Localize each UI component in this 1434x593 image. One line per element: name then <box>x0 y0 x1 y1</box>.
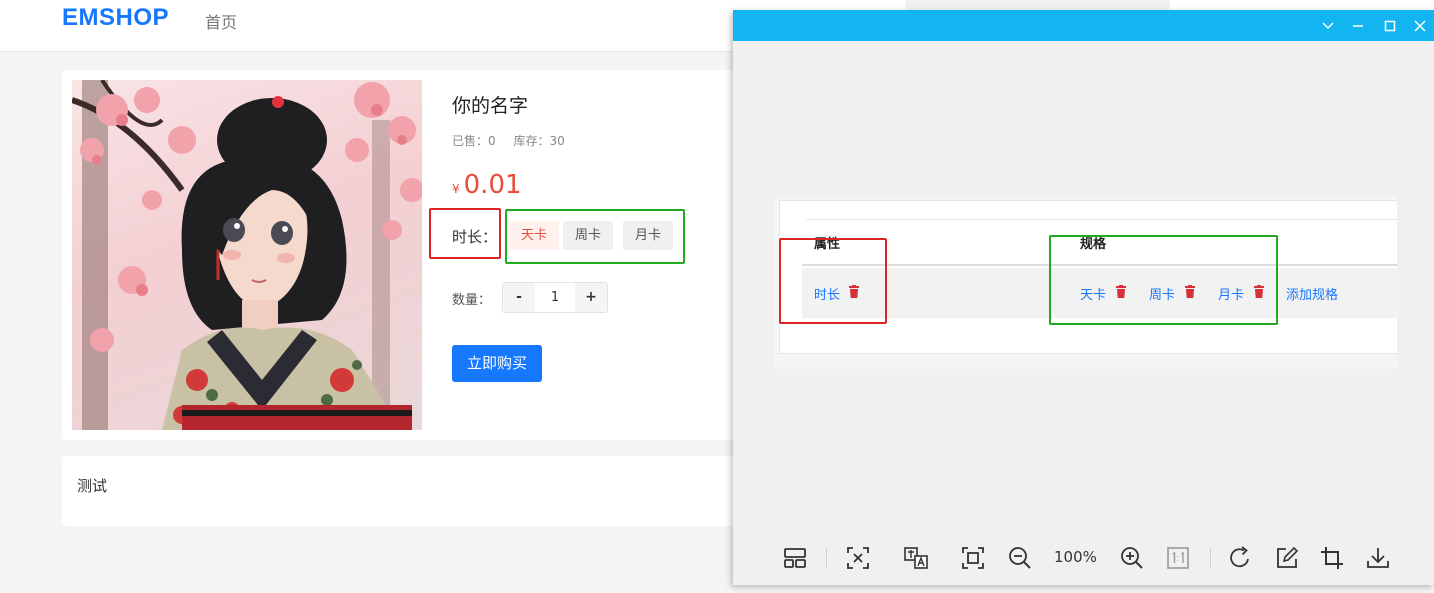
image-viewer-window: 属性 规格 时长 天卡 周卡 月卡 添加规格 100% <box>733 10 1434 585</box>
stock-count: 库存：30 <box>513 134 565 148</box>
actual-size-icon[interactable] <box>1165 545 1191 571</box>
zoom-in-icon[interactable] <box>1119 545 1145 571</box>
price-value: 0.01 <box>463 170 522 200</box>
viewed-screenshot: 属性 规格 时长 天卡 周卡 月卡 添加规格 <box>775 196 1398 369</box>
viewer-titlebar[interactable] <box>733 10 1434 41</box>
trash-icon[interactable] <box>1185 285 1195 298</box>
duration-option-day[interactable]: 天卡 <box>509 221 559 250</box>
site-logo[interactable]: EMSHOP <box>62 4 169 32</box>
toolbar-divider <box>826 548 827 568</box>
buy-now-button[interactable]: 立即购买 <box>452 345 542 382</box>
quantity-minus-button[interactable]: - <box>503 283 535 312</box>
quantity-label: 数量： <box>452 293 492 308</box>
trash-icon[interactable] <box>1254 285 1264 298</box>
trash-icon[interactable] <box>1116 285 1126 298</box>
attr-link[interactable]: 时长 <box>814 284 840 303</box>
trash-icon[interactable] <box>849 285 859 298</box>
close-icon[interactable] <box>1412 18 1428 34</box>
fullscreen-icon[interactable] <box>960 545 986 571</box>
product-price: ¥0.01 <box>452 170 522 200</box>
translate-icon[interactable] <box>903 545 929 571</box>
download-icon[interactable] <box>1365 545 1391 571</box>
table-row: 时长 天卡 周卡 月卡 添加规格 <box>802 268 1398 318</box>
crop-icon[interactable] <box>1319 545 1345 571</box>
minimize-icon[interactable] <box>1350 18 1366 34</box>
quantity-input[interactable]: 1 <box>535 283 575 312</box>
chevron-down-icon[interactable] <box>1320 18 1336 34</box>
zoom-out-icon[interactable] <box>1007 545 1033 571</box>
product-title: 你的名字 <box>452 95 529 117</box>
description-text: 测试 <box>77 477 108 495</box>
description-card: 测试 <box>62 456 762 526</box>
currency-symbol: ¥ <box>452 182 460 196</box>
layout-icon[interactable] <box>782 545 808 571</box>
edit-icon[interactable] <box>1274 545 1300 571</box>
duration-option-month[interactable]: 月卡 <box>623 221 673 250</box>
spec-link-month[interactable]: 月卡 <box>1218 284 1244 303</box>
quantity-plus-button[interactable]: + <box>575 283 607 312</box>
sold-count: 已售：0 <box>452 134 496 148</box>
nav-home-link[interactable]: 首页 <box>205 9 237 33</box>
duration-label: 时长： <box>452 228 498 246</box>
product-image <box>72 80 422 430</box>
spec-table-panel: 属性 规格 时长 天卡 周卡 月卡 添加规格 <box>779 200 1398 354</box>
maximize-icon[interactable] <box>1382 18 1398 34</box>
rotate-icon[interactable] <box>1227 545 1253 571</box>
spec-table-header: 属性 规格 <box>802 219 1398 266</box>
header-attribute: 属性 <box>814 237 841 252</box>
header-spec: 规格 <box>1080 237 1107 252</box>
fit-icon[interactable] <box>845 545 871 571</box>
duration-option-week[interactable]: 周卡 <box>563 221 613 250</box>
spec-link-week[interactable]: 周卡 <box>1149 284 1175 303</box>
quantity-stepper: - 1 + <box>502 282 608 313</box>
add-spec-link[interactable]: 添加规格 <box>1286 284 1338 303</box>
zoom-level: 100% <box>1054 548 1097 566</box>
spec-link-day[interactable]: 天卡 <box>1080 284 1106 303</box>
product-meta: 已售：0 库存：30 <box>452 132 579 149</box>
toolbar-divider <box>1210 548 1211 568</box>
product-card: 你的名字 已售：0 库存：30 ¥0.01 时长： 天卡 周卡 月卡 数量： -… <box>62 70 762 440</box>
product-illustration <box>72 80 422 430</box>
